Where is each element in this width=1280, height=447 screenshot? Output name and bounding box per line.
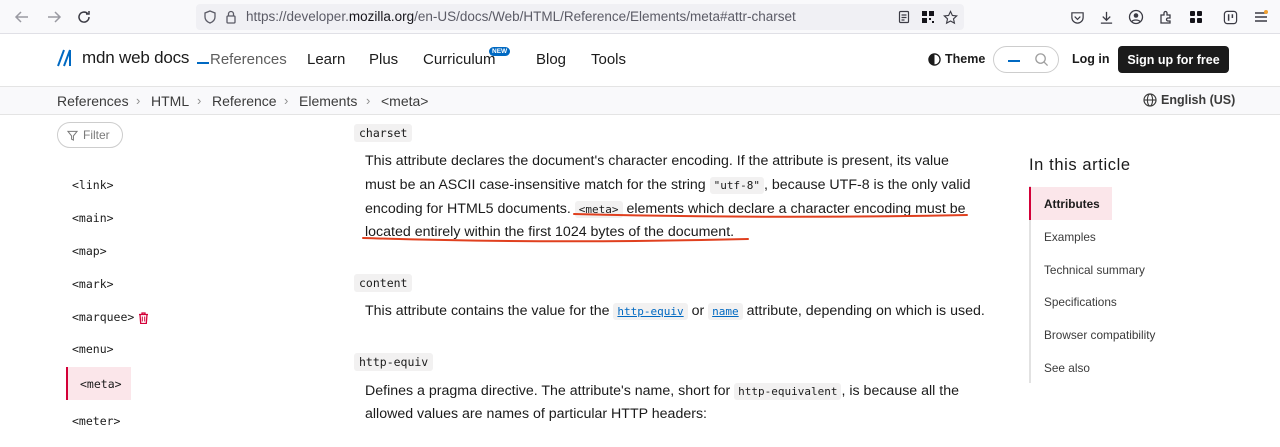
new-badge: NEW: [489, 47, 511, 56]
link-name[interactable]: name: [708, 303, 743, 320]
sidebar-item-link[interactable]: <link>: [72, 178, 114, 192]
crumb-separator: ›: [284, 93, 289, 108]
qr-code-icon[interactable]: [920, 9, 936, 25]
toc-item-browser-compatibility[interactable]: Browser compatibility: [1044, 328, 1155, 342]
sidebar-item-menu[interactable]: <menu>: [72, 342, 114, 356]
attr-term-charset: charset: [354, 124, 413, 142]
theme-icon: [928, 52, 941, 66]
attr-term-http-equiv: http-equiv: [354, 353, 434, 371]
logo-cursor: [197, 62, 210, 64]
crumb-separator: ›: [366, 93, 371, 108]
site-header: mdn web docs References Learn Plus Curri…: [0, 34, 1280, 86]
toc-title: In this article: [1029, 156, 1131, 174]
toc-item-technical-summary[interactable]: Technical summary: [1044, 263, 1145, 277]
sidebar-item-label: <meta>: [80, 377, 122, 391]
crumb-separator: ›: [197, 93, 202, 108]
nav-blog[interactable]: Blog: [536, 51, 566, 68]
account-icon[interactable]: [1127, 8, 1145, 26]
sidebar-item-marquee[interactable]: <marquee>: [72, 310, 134, 324]
filter-icon: [67, 130, 78, 141]
logo-text: mdn web docs: [82, 48, 190, 67]
back-icon[interactable]: [12, 7, 32, 27]
lock-icon[interactable]: [223, 9, 239, 25]
link-http-equiv[interactable]: http-equiv: [613, 303, 688, 320]
menu-icon[interactable]: [1252, 8, 1270, 26]
breadcrumb: References › HTML › Reference › Elements…: [0, 86, 1280, 115]
attr-term-content: content: [354, 274, 413, 292]
mdn-logo[interactable]: mdn web docs: [56, 48, 210, 68]
charset-line-1: This attribute declares the document's c…: [365, 153, 949, 169]
crumb-references[interactable]: References: [57, 93, 129, 109]
reader-view-icon[interactable]: [896, 9, 912, 25]
search-caret: [1008, 60, 1020, 62]
browser-toolbar: https://developer.mozilla.org/en-US/docs…: [0, 0, 1280, 34]
sidebar-item-mark[interactable]: <mark>: [72, 277, 114, 291]
nav-tools[interactable]: Tools: [591, 51, 626, 68]
reader-extension-icon[interactable]: [1221, 8, 1239, 26]
forward-icon[interactable]: [44, 7, 64, 27]
address-bar[interactable]: https://developer.mozilla.org/en-US/docs…: [196, 4, 964, 30]
nav-plus[interactable]: Plus: [369, 51, 398, 68]
toc-item-see-also[interactable]: See also: [1044, 361, 1090, 375]
httpequiv-line-1: Defines a pragma directive. The attribut…: [365, 383, 959, 400]
sidebar-item-meta-active[interactable]: <meta>: [66, 367, 131, 400]
inline-code-http-equivalent: http-equivalent: [734, 383, 842, 400]
search-icon: [1035, 53, 1049, 67]
sidebar-filter-input[interactable]: Filter: [57, 122, 123, 148]
content-line-1: This attribute contains the value for th…: [365, 303, 985, 320]
deprecated-trash-icon: [138, 311, 149, 329]
nav-references[interactable]: References: [210, 51, 287, 68]
charset-line-2: must be an ASCII case-insensitive match …: [365, 177, 971, 194]
crumb-reference[interactable]: Reference: [212, 93, 277, 109]
filter-placeholder: Filter: [83, 128, 110, 142]
sidebar-item-main[interactable]: <main>: [72, 211, 114, 225]
theme-label: Theme: [945, 52, 986, 66]
extensions-icon[interactable]: [1157, 8, 1175, 26]
inline-code-utf8: "utf-8": [709, 177, 764, 194]
nav-curriculum[interactable]: Curriculum: [423, 51, 496, 68]
login-link[interactable]: Log in: [1072, 52, 1110, 66]
url-text: https://developer.mozilla.org/en-US/docs…: [246, 9, 796, 24]
globe-icon: [1143, 93, 1157, 107]
crumb-meta[interactable]: <meta>: [381, 93, 428, 109]
theme-toggle[interactable]: Theme: [928, 52, 985, 66]
bookmark-star-icon[interactable]: [942, 9, 958, 25]
download-icon[interactable]: [1097, 8, 1115, 26]
crumb-separator: ›: [136, 93, 141, 108]
toc-item-attributes[interactable]: Attributes: [1044, 197, 1100, 211]
language-label: English (US): [1161, 93, 1236, 107]
annotation-underline: [362, 213, 968, 243]
toc-item-examples[interactable]: Examples: [1044, 230, 1096, 244]
apps-grid-icon[interactable]: [1187, 8, 1205, 26]
sidebar-item-map[interactable]: <map>: [72, 244, 107, 258]
shield-icon[interactable]: [202, 9, 218, 25]
pocket-icon[interactable]: [1068, 8, 1086, 26]
crumb-elements[interactable]: Elements: [299, 93, 357, 109]
sidebar-item-meter[interactable]: <meter>: [72, 414, 120, 428]
reload-icon[interactable]: [74, 7, 94, 27]
httpequiv-line-2: allowed values are names of particular H…: [365, 406, 707, 422]
nav-learn[interactable]: Learn: [307, 51, 345, 68]
language-switcher[interactable]: English (US): [1143, 93, 1235, 107]
search-input[interactable]: [993, 46, 1059, 73]
toc-item-specifications[interactable]: Specifications: [1044, 295, 1117, 309]
signup-button[interactable]: Sign up for free: [1118, 46, 1229, 73]
crumb-html[interactable]: HTML: [151, 93, 189, 109]
mdn-logo-icon: [57, 49, 71, 67]
